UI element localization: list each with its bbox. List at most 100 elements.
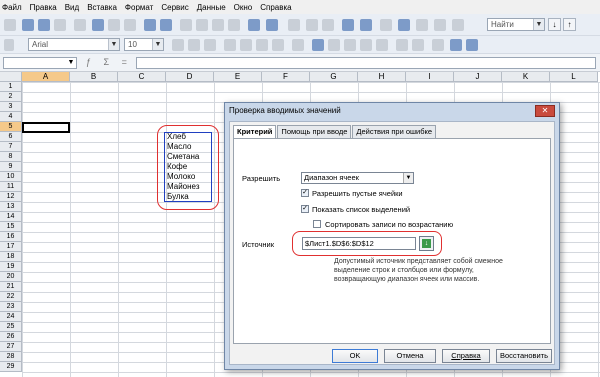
row-header[interactable]: 3 <box>0 102 22 112</box>
row-header[interactable]: 13 <box>0 202 22 212</box>
menu-window[interactable]: Окно <box>234 3 253 12</box>
row-header[interactable]: 11 <box>0 182 22 192</box>
row-header[interactable]: 26 <box>0 332 22 342</box>
select-all-corner[interactable] <box>0 72 22 82</box>
row-header[interactable]: 24 <box>0 312 22 322</box>
font-color-icon[interactable] <box>466 39 478 51</box>
hyperlink-icon[interactable] <box>288 19 300 31</box>
sort-asc-icon[interactable] <box>306 19 318 31</box>
align-center-icon[interactable] <box>240 39 252 51</box>
email-icon[interactable] <box>54 19 66 31</box>
reset-button[interactable]: Восстановить <box>496 349 552 363</box>
menu-view[interactable]: Вид <box>65 3 79 12</box>
row-header[interactable]: 1 <box>0 82 22 92</box>
merge-cells-icon[interactable] <box>292 39 304 51</box>
delete-decimal-icon[interactable] <box>376 39 388 51</box>
function-icons[interactable]: ƒ Σ = <box>86 57 132 67</box>
spellcheck-icon[interactable] <box>144 19 156 31</box>
tab-error-alert[interactable]: Действия при ошибке <box>352 125 437 138</box>
cancel-button[interactable]: Отмена <box>384 349 436 363</box>
help-icon[interactable] <box>452 19 464 31</box>
column-header[interactable]: G <box>310 72 358 82</box>
column-header[interactable]: B <box>70 72 118 82</box>
column-header[interactable]: E <box>214 72 262 82</box>
allow-empty-checkbox[interactable]: ✓ <box>301 189 309 197</box>
row-header[interactable]: 27 <box>0 342 22 352</box>
ok-button[interactable]: OK <box>332 349 378 363</box>
underline-icon[interactable] <box>204 39 216 51</box>
column-header[interactable]: F <box>262 72 310 82</box>
row-header[interactable]: 4 <box>0 112 22 122</box>
borders-icon[interactable] <box>432 39 444 51</box>
add-decimal-icon[interactable] <box>360 39 372 51</box>
row-header[interactable]: 21 <box>0 282 22 292</box>
row-header[interactable]: 2 <box>0 92 22 102</box>
redo-icon[interactable] <box>266 19 278 31</box>
row-header[interactable]: 16 <box>0 232 22 242</box>
menu-tools[interactable]: Сервис <box>161 3 188 12</box>
save-icon[interactable] <box>38 19 50 31</box>
menu-insert[interactable]: Вставка <box>87 3 117 12</box>
chevron-down-icon[interactable]: ▼ <box>152 39 163 50</box>
align-right-icon[interactable] <box>256 39 268 51</box>
menu-file[interactable]: Файл <box>2 3 22 12</box>
print-icon[interactable] <box>108 19 120 31</box>
menu-edit[interactable]: Правка <box>30 3 57 12</box>
font-name-box[interactable]: Arial ▼ <box>28 38 120 51</box>
row-header[interactable]: 10 <box>0 172 22 182</box>
find-replace-icon[interactable] <box>398 19 410 31</box>
undo-icon[interactable] <box>248 19 260 31</box>
new-icon[interactable] <box>4 19 16 31</box>
chart-icon[interactable] <box>342 19 354 31</box>
standard-format-icon[interactable] <box>344 39 356 51</box>
preview-icon[interactable] <box>124 19 136 31</box>
menu-data[interactable]: Данные <box>197 3 226 12</box>
menu-help[interactable]: Справка <box>260 3 291 12</box>
tab-input-help[interactable]: Помощь при вводе <box>277 125 352 138</box>
active-cell-cursor[interactable] <box>22 122 70 133</box>
percent-icon[interactable] <box>328 39 340 51</box>
italic-icon[interactable] <box>188 39 200 51</box>
column-header[interactable]: I <box>406 72 454 82</box>
currency-icon[interactable] <box>312 39 324 51</box>
row-header[interactable]: 19 <box>0 262 22 272</box>
row-header[interactable]: 8 <box>0 152 22 162</box>
column-header[interactable]: D <box>166 72 214 82</box>
decrease-indent-icon[interactable] <box>396 39 408 51</box>
chevron-down-icon[interactable]: ▼ <box>66 58 76 68</box>
cut-icon[interactable] <box>180 19 192 31</box>
bold-icon[interactable] <box>172 39 184 51</box>
row-header[interactable]: 15 <box>0 222 22 232</box>
align-left-icon[interactable] <box>224 39 236 51</box>
formula-input[interactable] <box>136 57 596 69</box>
tab-criteria[interactable]: Критерий <box>233 125 277 139</box>
column-header[interactable]: L <box>550 72 598 82</box>
row-header[interactable]: 5 <box>0 122 22 132</box>
chevron-down-icon[interactable]: ▼ <box>533 19 544 30</box>
row-header[interactable]: 23 <box>0 302 22 312</box>
row-header[interactable]: 28 <box>0 352 22 362</box>
allow-select[interactable]: Диапазон ячеек ▼ <box>301 172 414 184</box>
column-header[interactable]: C <box>118 72 166 82</box>
column-header[interactable]: K <box>502 72 550 82</box>
font-size-box[interactable]: 10 ▼ <box>124 38 164 51</box>
copy-icon[interactable] <box>196 19 208 31</box>
clone-format-icon[interactable] <box>228 19 240 31</box>
help-button[interactable]: Справка <box>442 349 490 363</box>
find-input[interactable]: Найти ▼ <box>487 18 545 31</box>
row-header[interactable]: 12 <box>0 192 22 202</box>
edit-file-icon[interactable] <box>74 19 86 31</box>
show-draw-icon[interactable] <box>380 19 392 31</box>
sort-asc-checkbox[interactable] <box>313 220 321 228</box>
row-header[interactable]: 18 <box>0 252 22 262</box>
row-header[interactable]: 20 <box>0 272 22 282</box>
background-color-icon[interactable] <box>450 39 462 51</box>
row-header[interactable]: 14 <box>0 212 22 222</box>
menu-format[interactable]: Формат <box>125 3 153 12</box>
row-header[interactable]: 9 <box>0 162 22 172</box>
open-icon[interactable] <box>22 19 34 31</box>
column-header[interactable]: A <box>22 72 70 82</box>
row-header[interactable]: 22 <box>0 292 22 302</box>
navigator-icon[interactable] <box>416 19 428 31</box>
show-list-checkbox[interactable]: ✓ <box>301 205 309 213</box>
